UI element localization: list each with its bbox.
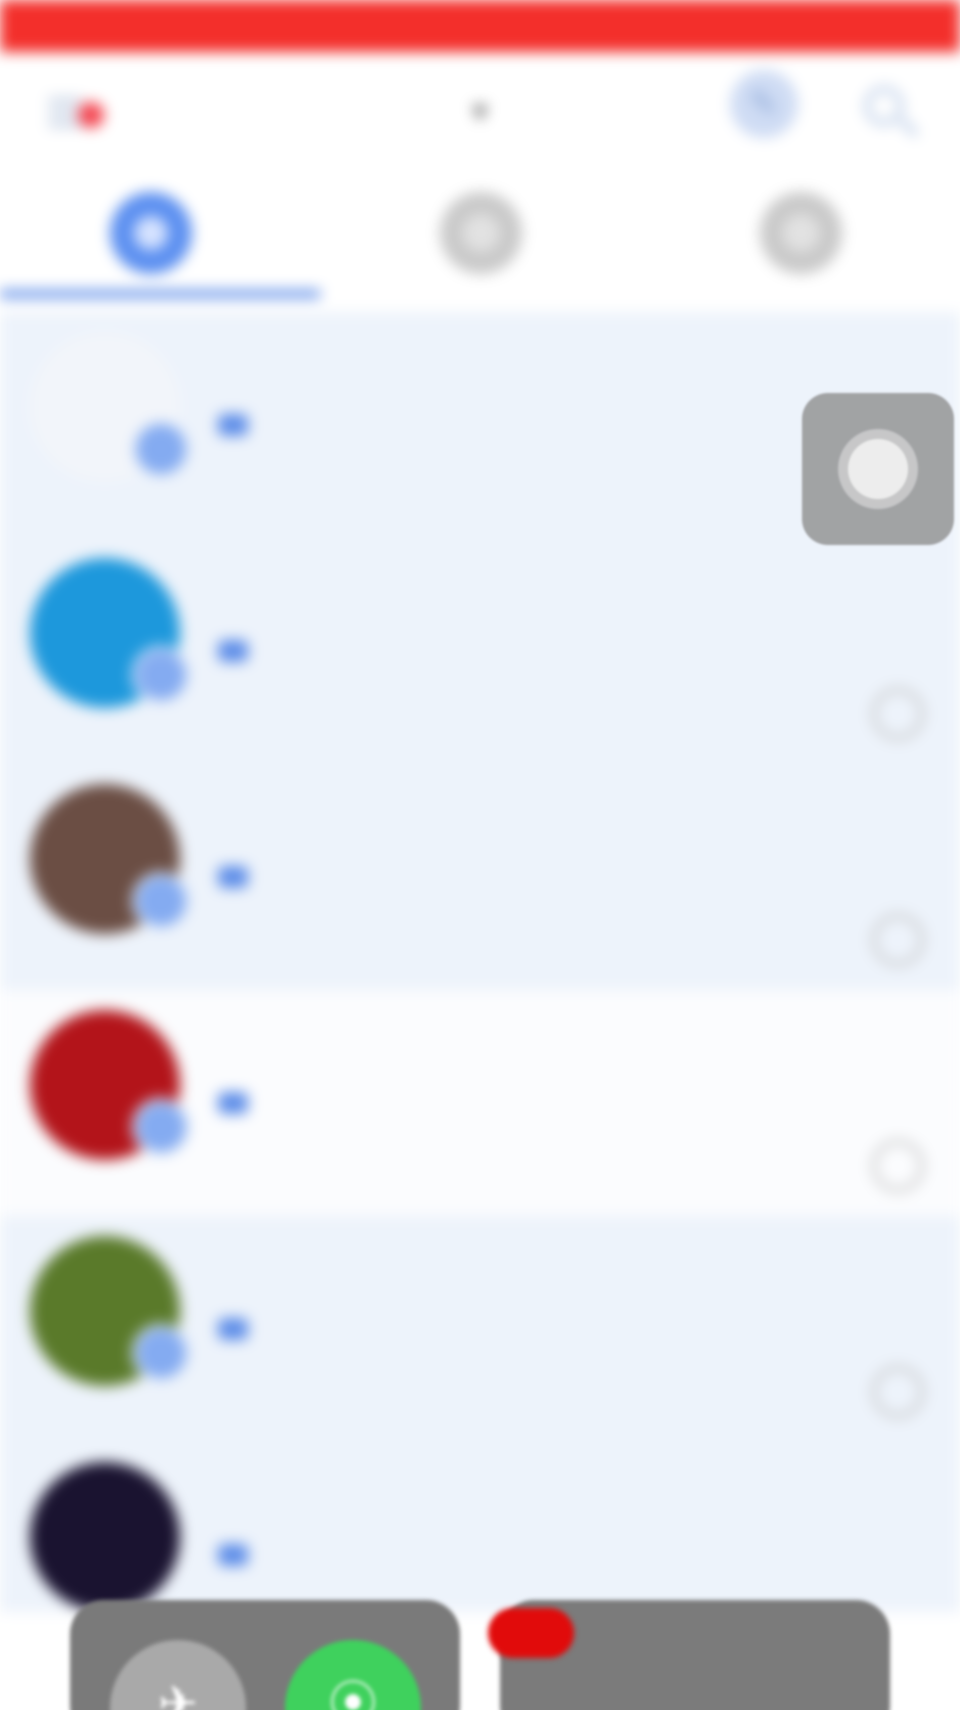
status-bar	[0, 0, 960, 52]
control-center-connectivity: ✈ ⦿	[70, 1600, 460, 1710]
message-icon	[218, 414, 248, 436]
message-icon	[218, 640, 248, 662]
group-badge-icon	[132, 872, 190, 930]
new-chat-button[interactable]: ✎	[730, 70, 798, 138]
page-title[interactable]: ▾	[0, 86, 960, 131]
conversation-row[interactable]	[0, 1216, 960, 1442]
conversation-row[interactable]	[0, 538, 960, 764]
mute-icon	[872, 1140, 924, 1192]
tab-bar	[0, 162, 960, 312]
message-icon	[218, 1092, 248, 1114]
conversation-row[interactable]	[0, 990, 960, 1216]
cellular-antenna-icon: ⦿	[328, 1678, 377, 1710]
top-app-bar: ▾ ✎	[0, 52, 960, 162]
assistive-touch-icon-core	[848, 439, 908, 499]
mute-icon	[872, 1366, 924, 1418]
cellular-data-toggle[interactable]: ⦿	[285, 1640, 421, 1710]
mute-icon	[872, 688, 924, 740]
group-badge-icon	[132, 420, 190, 478]
circle-icon	[440, 192, 522, 274]
airplane-icon: ✈	[157, 1678, 199, 1710]
chevron-down-icon: ▾	[472, 95, 488, 128]
avatar	[30, 1462, 180, 1612]
active-tab-indicator	[0, 290, 320, 298]
search-icon	[864, 86, 904, 126]
group-badge-icon	[132, 1324, 190, 1382]
chat-bubble-icon	[110, 192, 192, 274]
tab-third[interactable]	[760, 192, 842, 282]
mute-icon	[872, 914, 924, 966]
red-indicator	[488, 1608, 574, 1658]
search-button[interactable]	[862, 82, 922, 142]
blurred-app-background: ▾ ✎	[0, 0, 960, 1710]
airplane-mode-toggle[interactable]: ✈	[110, 1640, 246, 1710]
message-icon	[218, 1318, 248, 1340]
group-badge-icon	[132, 1098, 190, 1156]
assistive-touch-button[interactable]	[802, 393, 954, 545]
message-icon	[218, 1544, 248, 1566]
tab-second[interactable]	[440, 192, 522, 282]
circle-icon	[760, 192, 842, 274]
conversation-row[interactable]	[0, 764, 960, 990]
search-icon-handle	[898, 117, 920, 138]
message-icon	[218, 866, 248, 888]
tab-chats[interactable]	[110, 192, 310, 282]
edit-icon: ✎	[748, 83, 780, 124]
group-badge-icon	[132, 646, 190, 704]
